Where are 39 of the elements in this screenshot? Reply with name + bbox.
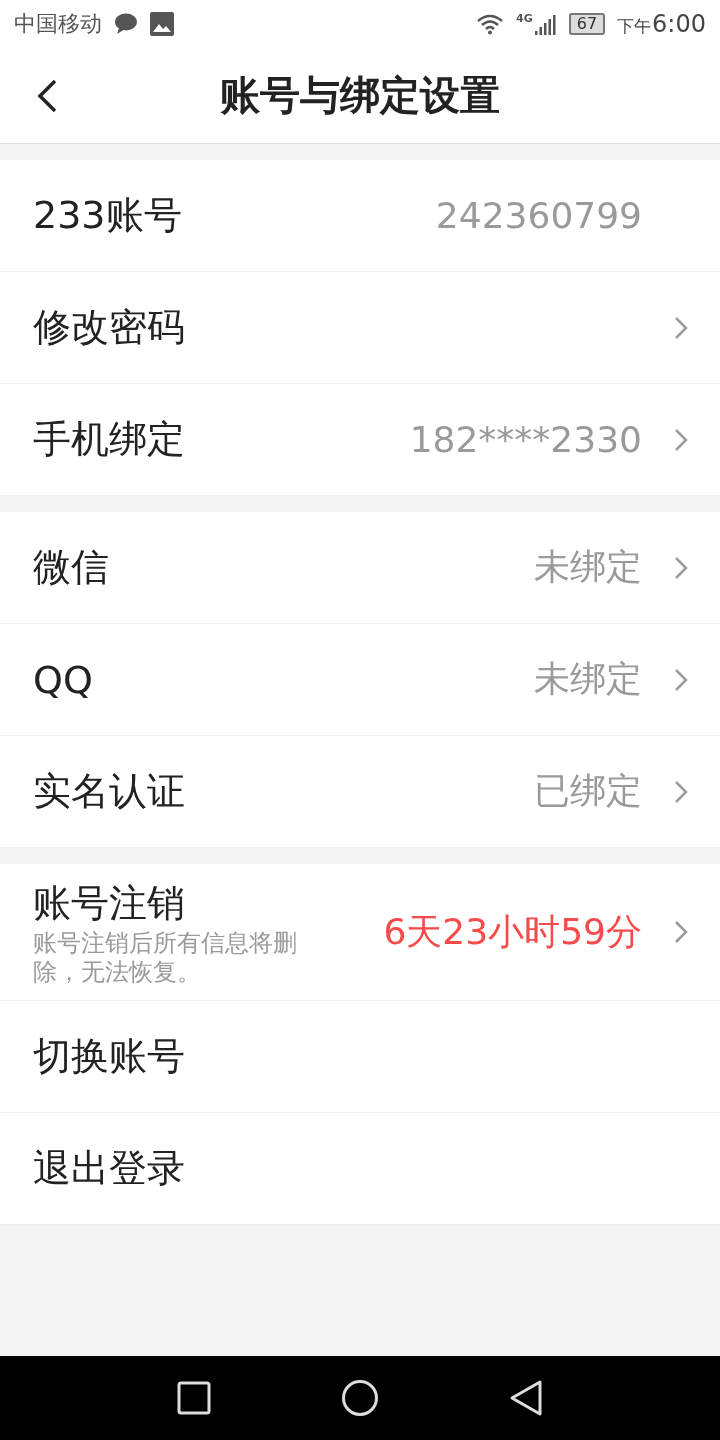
settings-row[interactable]: 修改密码 [0, 272, 720, 384]
row-label: 微信 [33, 544, 110, 591]
row-label: 账号注销 [33, 879, 186, 927]
row-label: 实名认证 [33, 768, 186, 815]
row-value: 已绑定 [534, 769, 642, 813]
settings-row[interactable]: 手机绑定 182****2330 [0, 384, 720, 496]
page-title: 账号与绑定设置 [220, 71, 500, 120]
wifi-icon [476, 13, 505, 35]
settings-row[interactable]: 实名认证 已绑定 [0, 736, 720, 848]
settings-row[interactable]: 切换账号 [0, 1001, 720, 1113]
time-period: 下午 [617, 15, 652, 38]
carrier-name: 中国移动 [14, 10, 102, 38]
home-button[interactable] [341, 1379, 379, 1417]
image-icon [150, 12, 174, 36]
row-label: 修改密码 [33, 304, 186, 351]
row-value: 未绑定 [534, 657, 642, 701]
network-label: 4G [516, 12, 533, 25]
settings-row[interactable]: 账号注销 账号注销后所有信息将删除，无法恢复。 6天23小时59分 [0, 864, 720, 1001]
settings-row[interactable]: 233账号 242360799 [0, 160, 720, 272]
row-value: 242360799 [435, 195, 642, 236]
row-value: 182****2330 [409, 419, 642, 460]
row-label: 切换账号 [33, 1033, 186, 1080]
row-label: 手机绑定 [33, 416, 186, 463]
row-label: 退出登录 [33, 1145, 186, 1192]
signal-icon [534, 13, 557, 35]
settings-row[interactable]: QQ 未绑定 [0, 624, 720, 736]
settings-row[interactable]: 微信 未绑定 [0, 512, 720, 624]
chat-icon [114, 13, 138, 35]
recents-button[interactable] [177, 1381, 211, 1415]
battery-level: 67 [568, 13, 606, 35]
back-nav-button[interactable] [509, 1379, 543, 1417]
countdown-value: 6天23小时59分 [383, 909, 642, 954]
row-label: QQ [33, 657, 94, 702]
row-label: 233账号 [33, 192, 183, 239]
settings-row[interactable]: 退出登录 [0, 1113, 720, 1225]
back-icon[interactable] [36, 78, 58, 114]
row-note: 账号注销后所有信息将删除，无法恢复。 [33, 928, 298, 987]
row-value: 未绑定 [534, 545, 642, 589]
clock-time: 6:00 [652, 10, 706, 38]
